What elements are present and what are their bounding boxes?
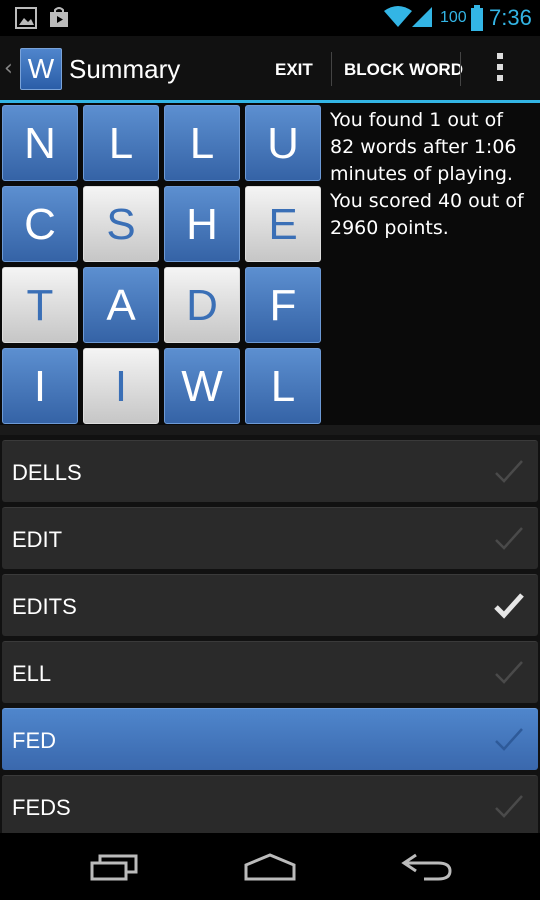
word-list-item[interactable]: EDITS: [2, 574, 538, 636]
letter-tile[interactable]: I: [83, 348, 159, 424]
action-divider: [460, 52, 461, 86]
letter-tile[interactable]: F: [245, 267, 321, 343]
board-area: NLLUCSHETADFIIWL You found 1 out of 82 w…: [0, 103, 540, 425]
summary-line: minutes of playing.: [330, 163, 513, 185]
summary-line: You found 1 out of: [330, 109, 503, 131]
word-list-item[interactable]: ELL: [2, 641, 538, 703]
home-icon[interactable]: [242, 851, 298, 883]
letter-tile[interactable]: T: [2, 267, 78, 343]
letter-tile[interactable]: S: [83, 186, 159, 262]
letter-tile[interactable]: D: [164, 267, 240, 343]
letter-tile[interactable]: I: [2, 348, 78, 424]
exit-button[interactable]: EXIT: [275, 60, 313, 80]
action-bar: ‹ W Summary EXIT BLOCK WORD: [0, 36, 540, 102]
letter-tile[interactable]: L: [245, 348, 321, 424]
section-separator: [0, 425, 540, 435]
checkmark-icon: [495, 795, 523, 818]
checkmark-icon: [495, 460, 523, 483]
summary-line: 2960 points.: [330, 217, 449, 239]
letter-tile[interactable]: L: [83, 105, 159, 181]
word-label: DELLS: [12, 460, 82, 485]
checkmark-icon: [495, 661, 523, 684]
letter-tile[interactable]: L: [164, 105, 240, 181]
wifi-icon: [384, 6, 412, 27]
letter-tile[interactable]: W: [164, 348, 240, 424]
battery-icon: [471, 5, 483, 31]
letter-tile[interactable]: E: [245, 186, 321, 262]
clock: 7:36: [489, 5, 532, 30]
letter-tile[interactable]: A: [83, 267, 159, 343]
page-title: Summary: [69, 54, 181, 84]
letter-tile[interactable]: U: [245, 105, 321, 181]
action-divider: [331, 52, 332, 86]
battery-percent: 100: [440, 9, 467, 26]
checkmark-icon: [495, 728, 523, 751]
block-word-button[interactable]: BLOCK WORD: [344, 60, 463, 80]
up-navigation-icon[interactable]: ‹: [4, 56, 13, 81]
letter-tile[interactable]: C: [2, 186, 78, 262]
word-list-item[interactable]: FED: [2, 708, 538, 770]
checkmark-icon: [495, 527, 523, 550]
word-list-item[interactable]: DELLS: [2, 440, 538, 502]
recent-apps-icon[interactable]: [88, 851, 140, 883]
navigation-bar: [0, 833, 540, 900]
word-label: ELL: [12, 661, 52, 686]
app-icon[interactable]: W: [20, 48, 62, 90]
word-label: EDIT: [12, 527, 63, 552]
word-label: FEDS: [12, 795, 71, 820]
summary-line: 82 words after 1:06: [330, 136, 517, 158]
word-label: FED: [12, 728, 56, 753]
word-list-item[interactable]: FEDS: [2, 775, 538, 833]
word-label: EDITS: [12, 594, 77, 619]
letter-tile[interactable]: H: [164, 186, 240, 262]
overflow-menu-icon[interactable]: [495, 53, 505, 85]
word-list-item[interactable]: EDIT: [2, 507, 538, 569]
checkmark-icon: [494, 593, 524, 619]
play-store-notification-icon: [50, 7, 68, 27]
gallery-notification-icon: [15, 7, 37, 29]
back-icon[interactable]: [400, 851, 456, 883]
signal-icon: [412, 7, 432, 27]
game-summary: You found 1 out of 82 words after 1:06 m…: [330, 107, 540, 242]
summary-line: You scored 40 out of: [330, 190, 524, 212]
word-list[interactable]: DELLS EDIT EDITS ELL FED FEDS: [0, 435, 540, 833]
status-bar: 100 7:36: [0, 0, 540, 36]
letter-tile[interactable]: N: [2, 105, 78, 181]
